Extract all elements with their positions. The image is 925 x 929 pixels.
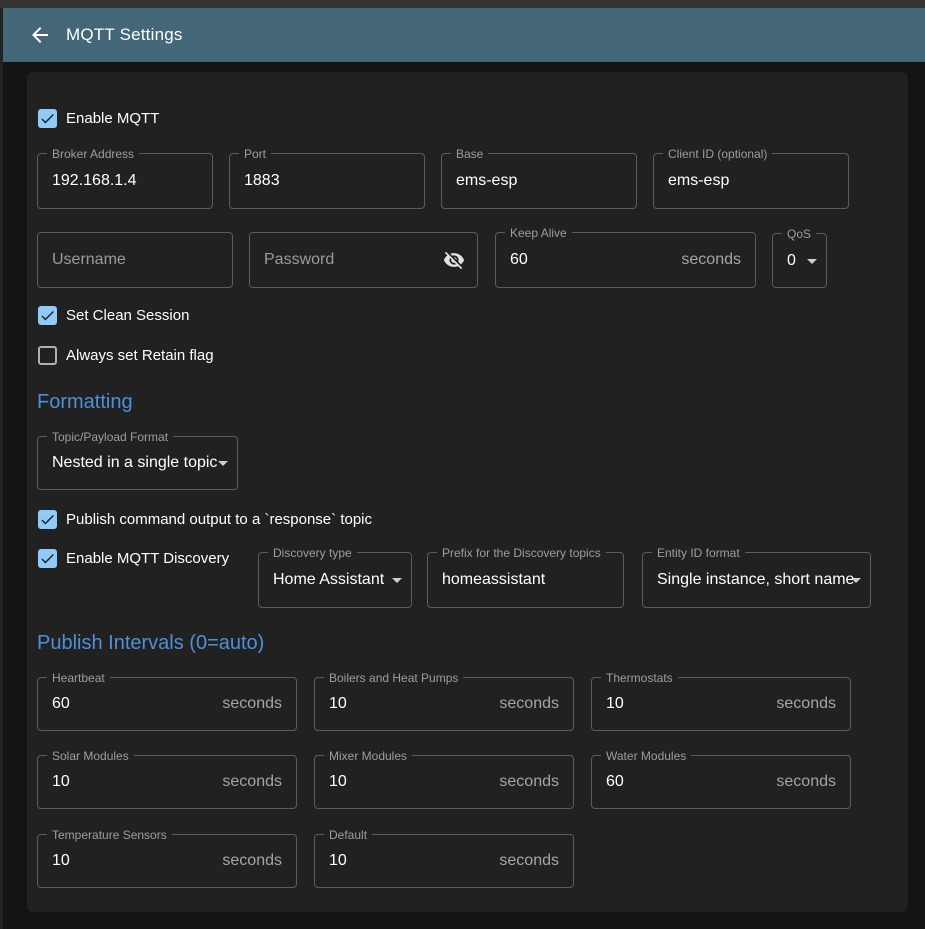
username-field — [37, 232, 233, 288]
arrow-left-icon — [28, 23, 52, 47]
heartbeat-field: Heartbeat seconds — [37, 677, 297, 731]
chevron-down-icon — [851, 578, 861, 583]
appbar: MQTT Settings — [3, 8, 925, 62]
discovery-prefix-field: Prefix for the Discovery topics — [427, 552, 624, 608]
topic-format-label: Topic/Payload Format — [47, 429, 173, 445]
toggle-password-visibility-button[interactable] — [440, 246, 468, 274]
port-input[interactable] — [230, 154, 424, 208]
base-field: Base — [441, 153, 637, 209]
retain-flag-checkbox[interactable] — [38, 346, 57, 365]
discovery-type-value: Home Assistant — [273, 571, 384, 589]
topic-format-select[interactable]: Topic/Payload Format Nested in a single … — [37, 436, 238, 490]
entity-id-format-select[interactable]: Entity ID format Single instance, short … — [642, 552, 871, 608]
keep-alive-label: Keep Alive — [505, 225, 572, 241]
username-input[interactable] — [38, 233, 232, 287]
broker-address-input[interactable] — [38, 154, 212, 208]
water-modules-label: Water Modules — [601, 748, 691, 764]
window-left-strip — [0, 8, 3, 929]
thermostats-label: Thermostats — [601, 670, 678, 686]
mqtt-discovery-label: Enable MQTT Discovery — [66, 549, 229, 569]
page-title: MQTT Settings — [66, 25, 183, 45]
water-modules-field: Water Modules seconds — [591, 755, 851, 809]
mqtt-discovery-checkbox[interactable] — [38, 549, 57, 568]
back-button[interactable] — [28, 23, 52, 47]
password-field — [249, 232, 478, 288]
client-id-input[interactable] — [654, 154, 848, 208]
topic-format-value: Nested in a single topic — [52, 454, 217, 472]
settings-card: Enable MQTT Broker Address Port Base Cli… — [27, 72, 908, 912]
qos-label: QoS — [782, 226, 816, 242]
window-top-strip — [0, 0, 925, 8]
port-label: Port — [239, 146, 271, 162]
discovery-prefix-label: Prefix for the Discovery topics — [437, 545, 606, 561]
keep-alive-input[interactable] — [496, 233, 755, 287]
keep-alive-field: Keep Alive seconds — [495, 232, 756, 288]
client-id-label: Client ID (optional) — [663, 146, 772, 162]
discovery-type-label: Discovery type — [268, 545, 357, 561]
broker-address-field: Broker Address — [37, 153, 213, 209]
retain-flag-label: Always set Retain flag — [66, 346, 214, 366]
formatting-heading: Formatting — [37, 391, 133, 414]
chevron-down-icon — [218, 461, 228, 466]
qos-select[interactable]: QoS 0 — [772, 233, 827, 288]
heartbeat-label: Heartbeat — [47, 670, 110, 686]
clean-session-checkbox[interactable] — [38, 306, 57, 325]
mixer-modules-field: Mixer Modules seconds — [314, 755, 574, 809]
qos-value: 0 — [787, 252, 796, 270]
default-interval-field: Default seconds — [314, 834, 574, 888]
chevron-down-icon — [807, 259, 817, 264]
temperature-sensors-label: Temperature Sensors — [47, 827, 172, 843]
port-field: Port — [229, 153, 425, 209]
boilers-field: Boilers and Heat Pumps seconds — [314, 677, 574, 731]
enable-mqtt-label: Enable MQTT — [66, 109, 159, 129]
client-id-field: Client ID (optional) — [653, 153, 849, 209]
visibility-off-icon — [443, 249, 465, 271]
enable-mqtt-checkbox[interactable] — [38, 109, 57, 128]
broker-address-label: Broker Address — [47, 146, 139, 162]
response-topic-label: Publish command output to a `response` t… — [66, 510, 372, 530]
base-label: Base — [451, 146, 488, 162]
solar-modules-field: Solar Modules seconds — [37, 755, 297, 809]
chevron-down-icon — [392, 578, 402, 583]
mixer-modules-label: Mixer Modules — [324, 748, 412, 764]
entity-id-format-label: Entity ID format — [652, 545, 745, 561]
entity-id-format-value: Single instance, short name — [657, 571, 854, 589]
thermostats-field: Thermostats seconds — [591, 677, 851, 731]
discovery-type-select[interactable]: Discovery type Home Assistant — [258, 552, 412, 608]
solar-modules-label: Solar Modules — [47, 748, 134, 764]
discovery-prefix-input[interactable] — [428, 553, 623, 607]
default-interval-label: Default — [324, 827, 372, 843]
response-topic-checkbox[interactable] — [38, 510, 57, 529]
boilers-label: Boilers and Heat Pumps — [324, 670, 463, 686]
publish-intervals-heading: Publish Intervals (0=auto) — [37, 632, 264, 655]
clean-session-label: Set Clean Session — [66, 306, 189, 326]
temperature-sensors-field: Temperature Sensors seconds — [37, 834, 297, 888]
base-input[interactable] — [442, 154, 636, 208]
